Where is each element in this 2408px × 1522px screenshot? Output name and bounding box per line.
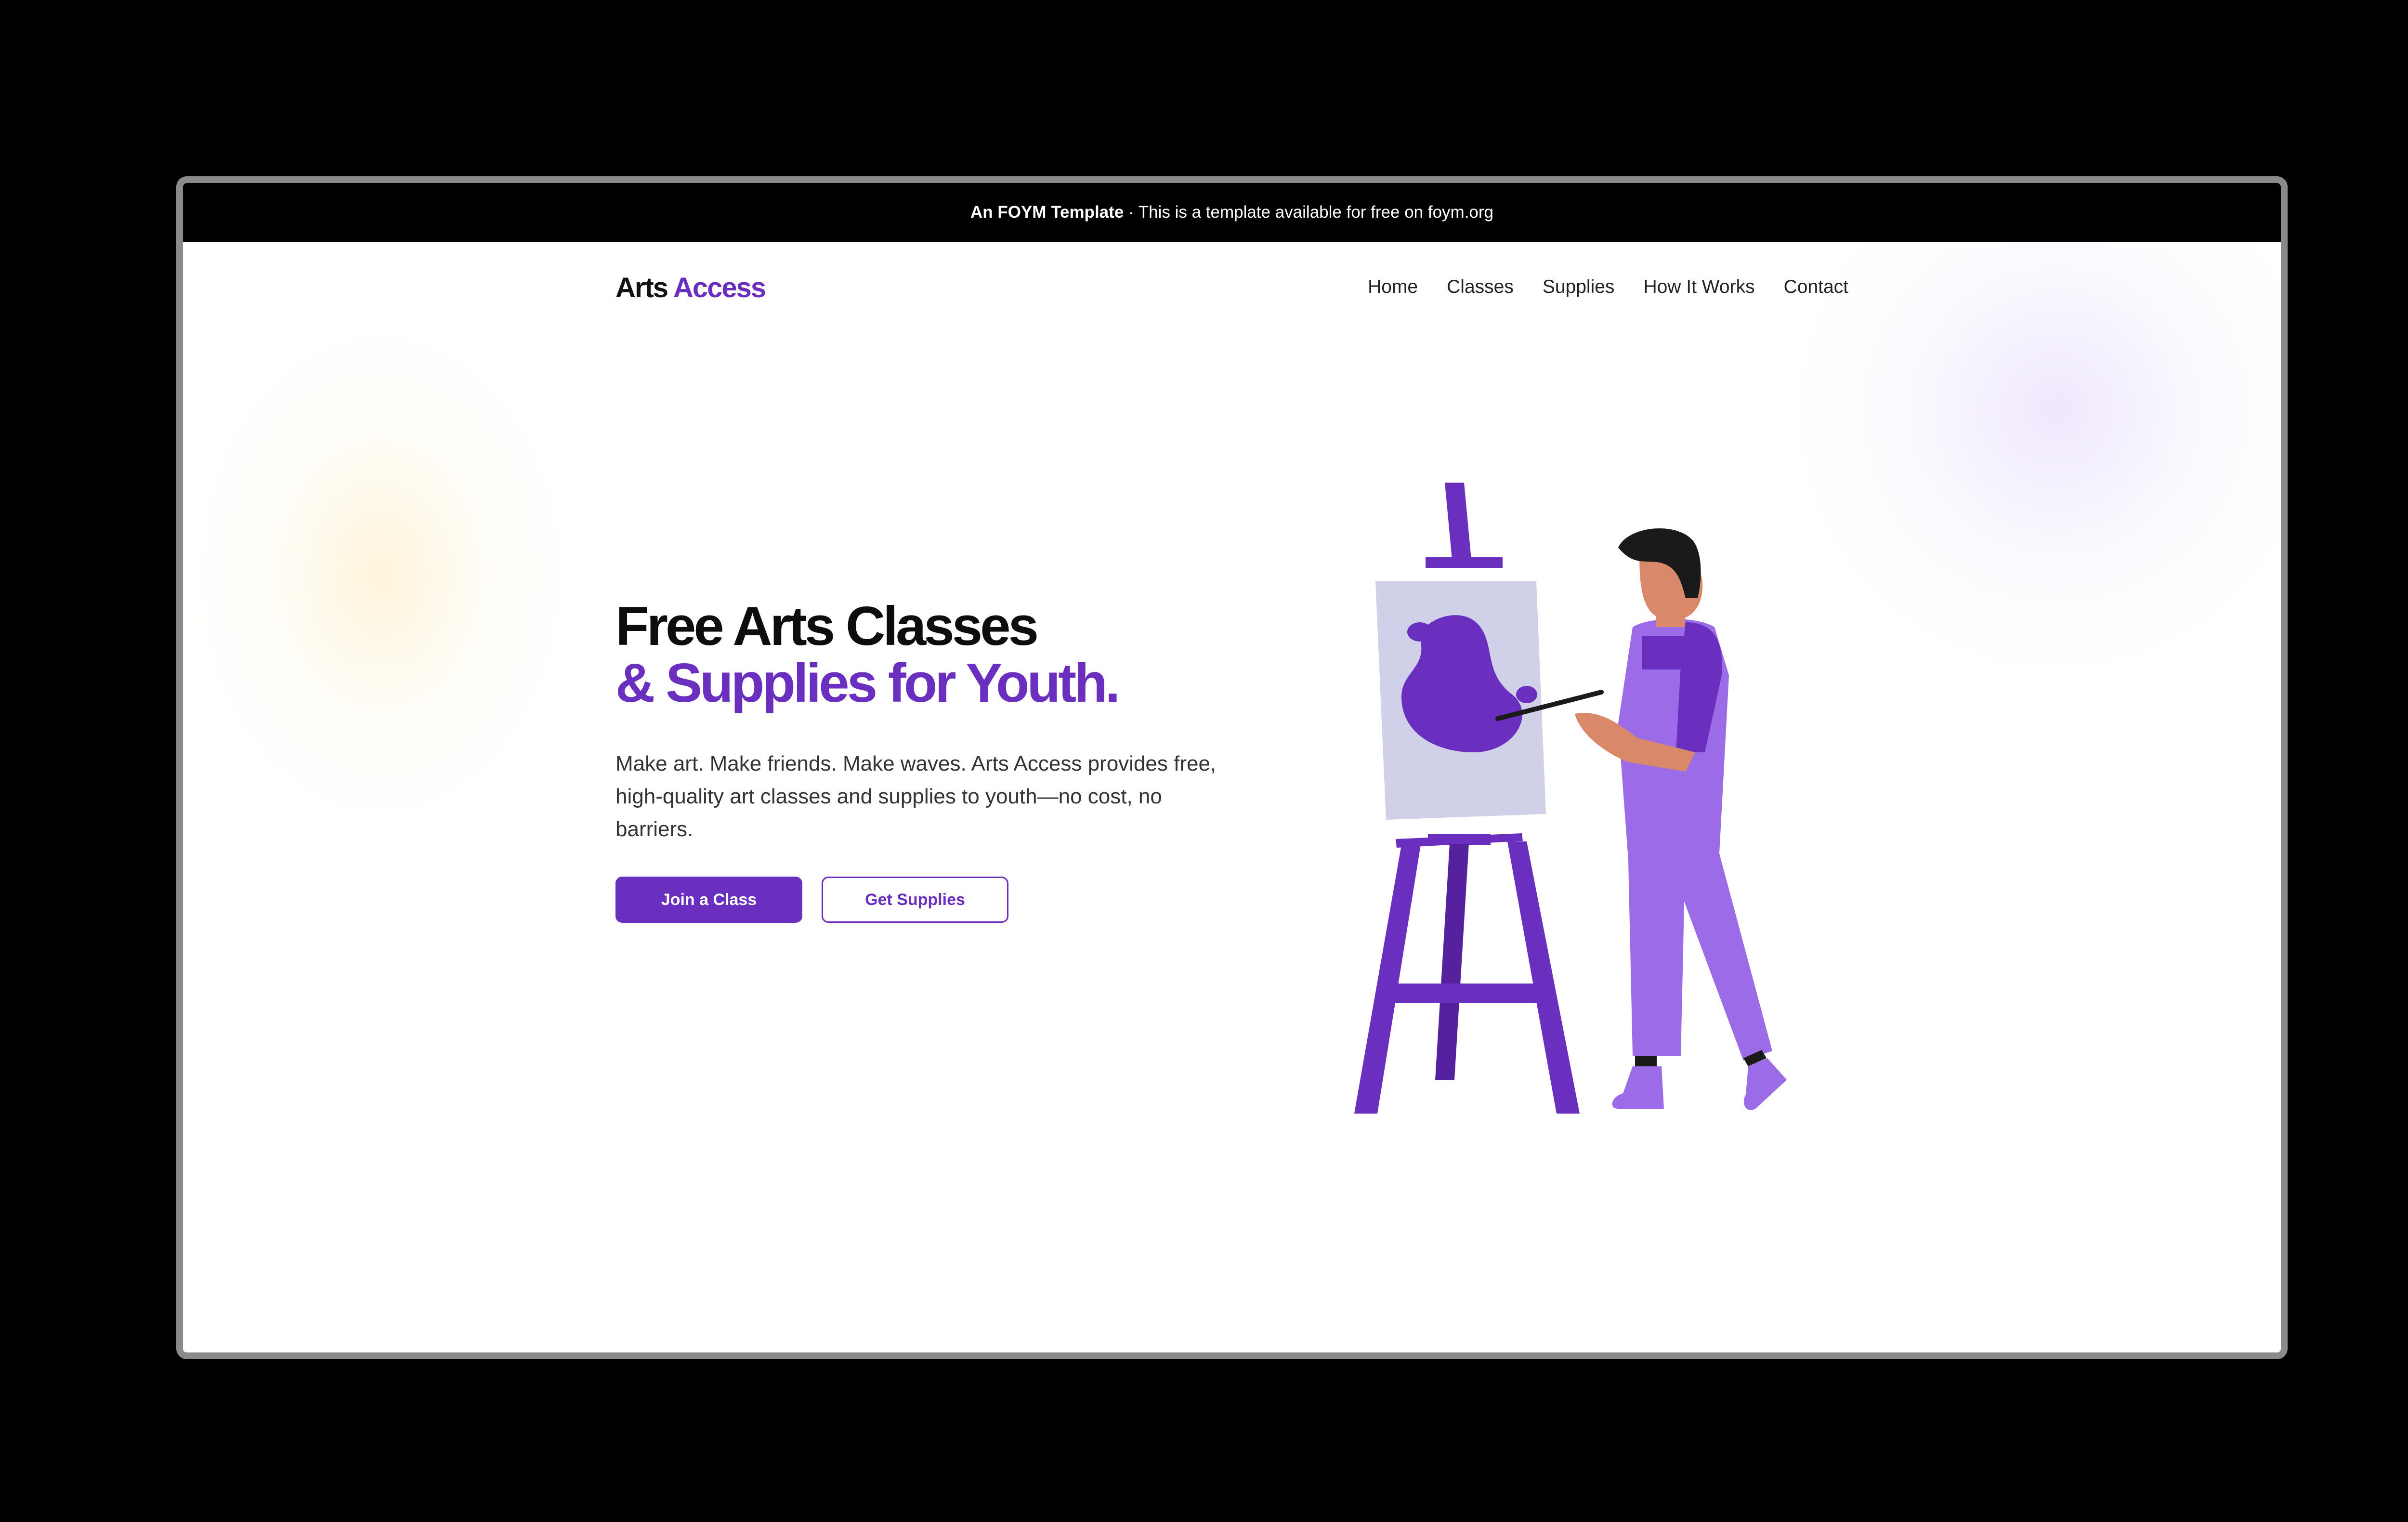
banner-text: · This is a template available for free …: [1124, 203, 1494, 222]
join-class-button[interactable]: Join a Class: [615, 877, 802, 923]
nav-how-it-works[interactable]: How It Works: [1643, 276, 1754, 298]
get-supplies-button[interactable]: Get Supplies: [822, 877, 1008, 923]
headline-line-2: & Supplies for Youth.: [615, 653, 1120, 714]
browser-window: An FOYM Template · This is a template av…: [176, 176, 2288, 1359]
painter-illustration: [1354, 483, 1787, 1114]
nav-home[interactable]: Home: [1368, 276, 1418, 298]
template-banner: An FOYM Template · This is a template av…: [183, 183, 2281, 242]
background-glow-yellow: [183, 314, 578, 834]
site-logo[interactable]: Arts Access: [615, 272, 766, 304]
headline-line-1: Free Arts Classes: [615, 596, 1039, 657]
hero-headline: Free Arts Classes & Supplies for Youth.: [615, 596, 1120, 714]
logo-word-arts: Arts: [615, 272, 668, 303]
nav-classes[interactable]: Classes: [1447, 276, 1514, 298]
canvas-icon: [1375, 581, 1546, 820]
landing-page: Arts Access Home Classes Supplies How It…: [183, 242, 2281, 1352]
hero-description: Make art. Make friends. Make waves. Arts…: [615, 752, 1217, 841]
nav-contact[interactable]: Contact: [1784, 276, 1848, 298]
logo-word-access: Access: [673, 272, 766, 303]
banner-title: An FOYM Template: [970, 203, 1124, 222]
main-nav: Home Classes Supplies How It Works Conta…: [1368, 276, 1848, 298]
nav-supplies[interactable]: Supplies: [1543, 276, 1615, 298]
